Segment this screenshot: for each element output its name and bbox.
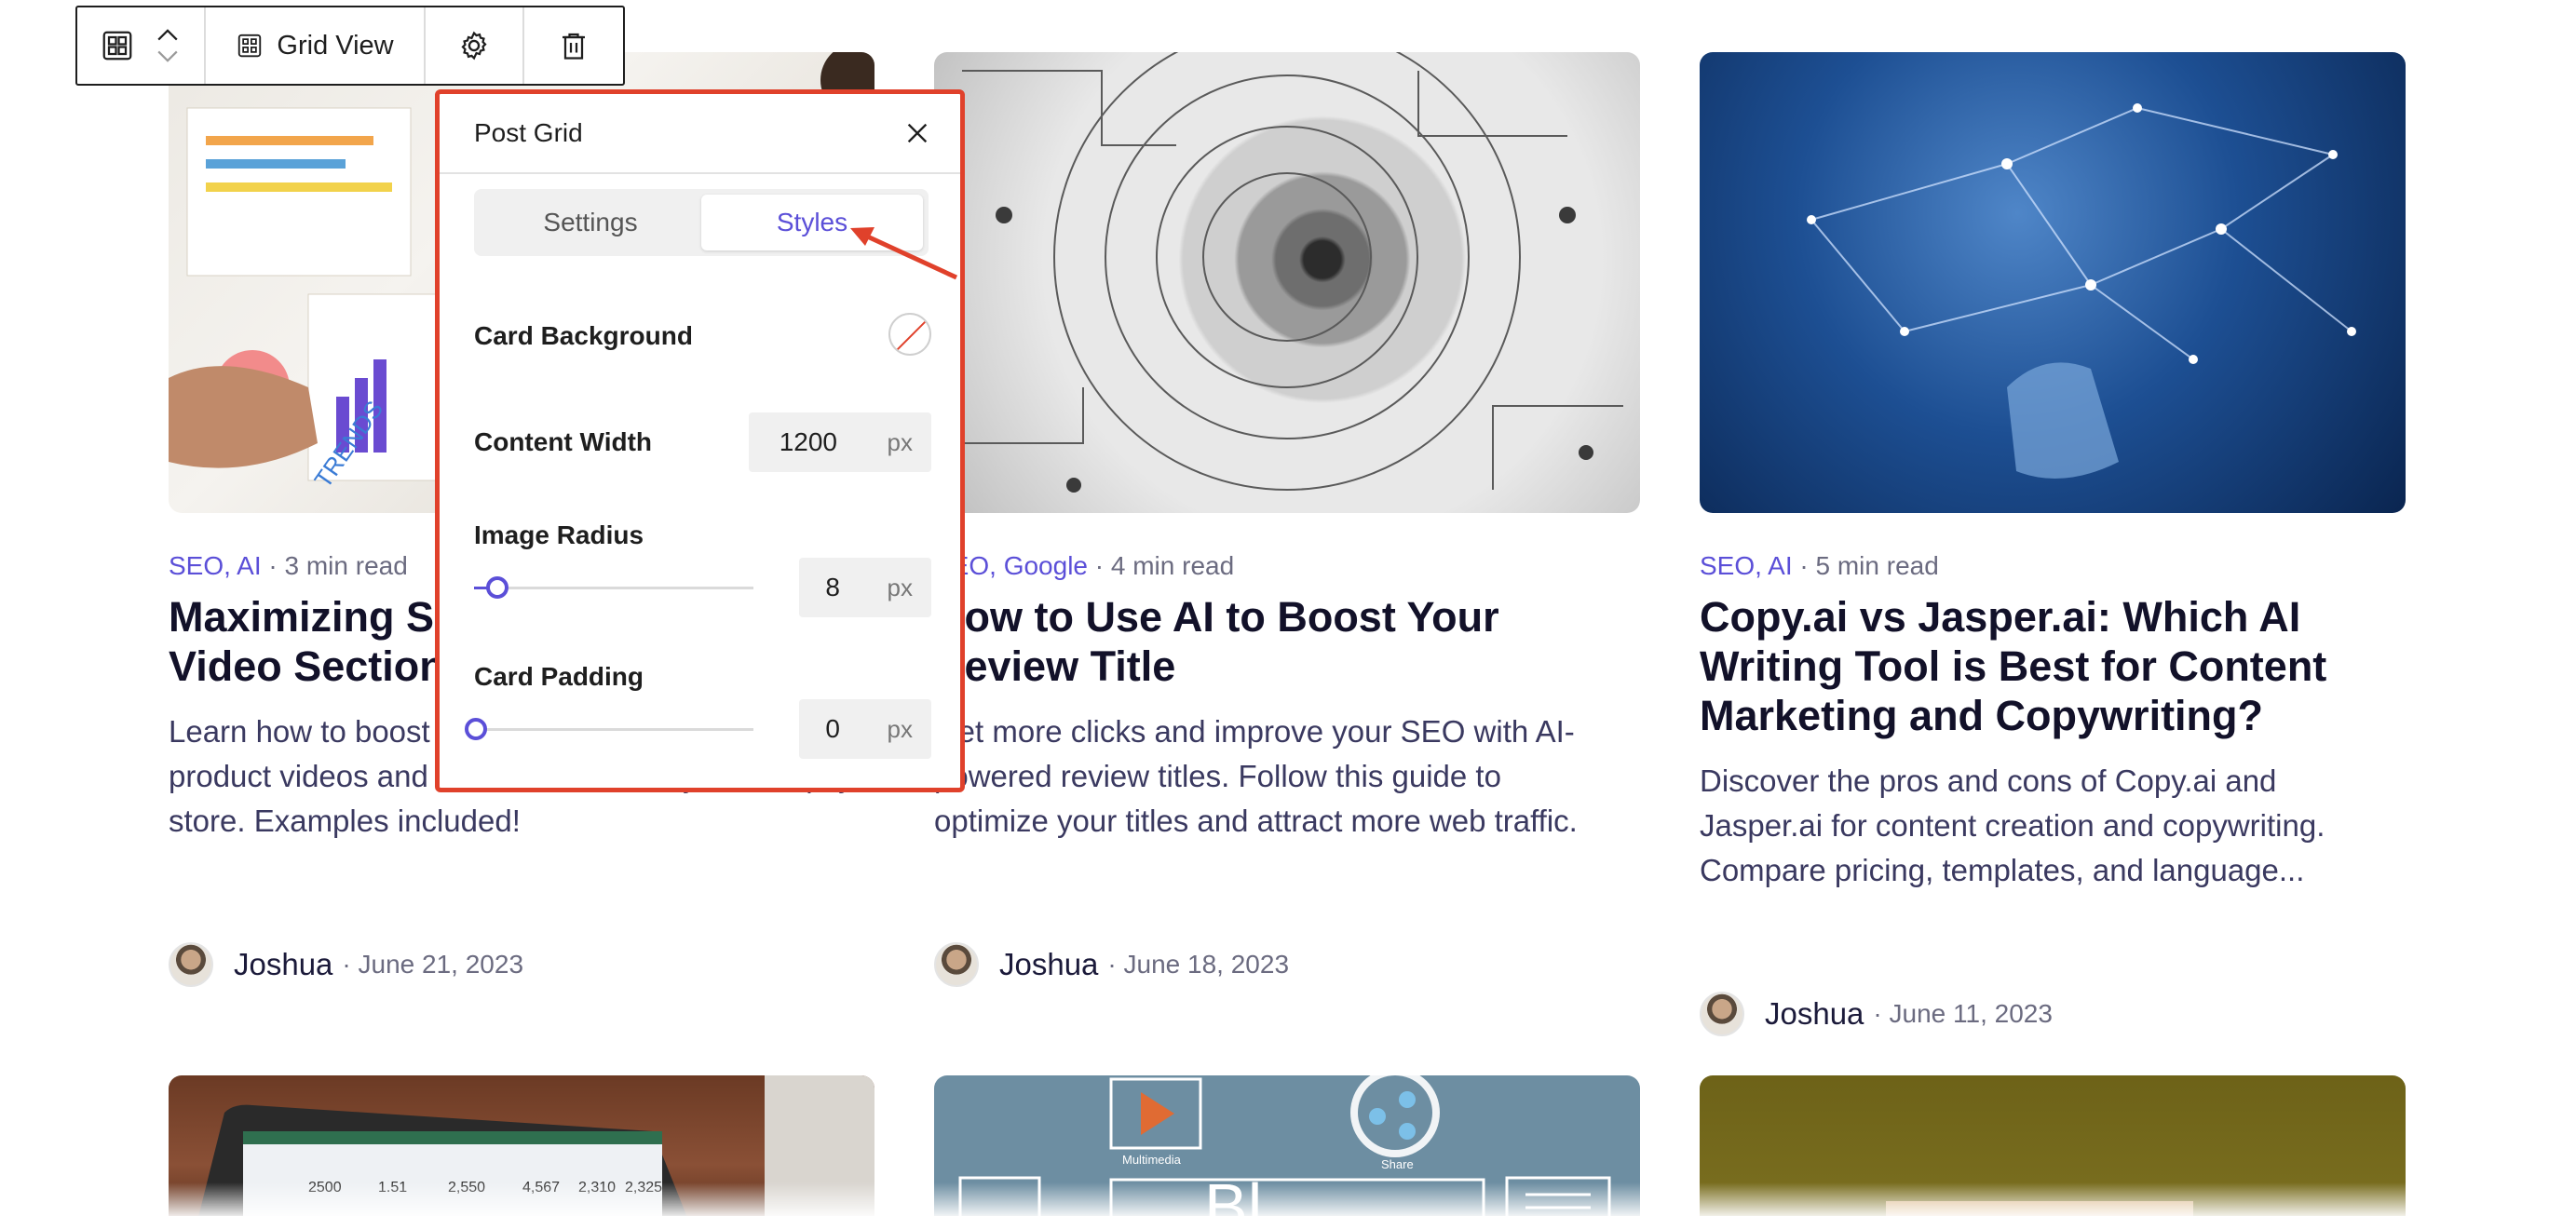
avatar	[1700, 992, 1744, 1036]
content-width-label: Content Width	[474, 427, 653, 456]
read-time: · 5 min read	[1799, 551, 1939, 580]
post-date: · June 21, 2023	[342, 950, 524, 979]
card-padding-input[interactable]: 0 px	[799, 699, 931, 759]
slider-handle[interactable]	[465, 718, 487, 740]
settings-button[interactable]	[426, 7, 524, 84]
post-excerpt: Discover the pros and cons of Copy.ai an…	[1700, 763, 2325, 887]
tab-settings[interactable]: Settings	[480, 195, 701, 250]
image-radius-input[interactable]: 8 px	[799, 558, 931, 617]
block-toolbar: Grid View	[75, 6, 625, 86]
thumbnail-image	[1807, 103, 2356, 479]
image-radius-label: Image Radius	[474, 520, 644, 549]
post-author: Joshua · June 21, 2023	[169, 942, 523, 987]
card-padding-label: Card Padding	[474, 662, 644, 691]
post-meta: SEO, Google · 4 min read	[934, 551, 1234, 581]
category-link[interactable]: SEO,	[169, 551, 231, 580]
read-time: · 3 min read	[268, 551, 408, 580]
post-thumbnail[interactable]	[934, 52, 1640, 513]
gear-icon	[461, 31, 487, 61]
post-grid-popover: Post Grid Settings Styles Card Backgroun…	[435, 89, 965, 792]
slider-handle[interactable]	[486, 576, 508, 599]
content-width-input[interactable]: 1200 px	[749, 412, 931, 472]
post-date: · June 11, 2023	[1873, 999, 2053, 1028]
move-up-icon[interactable]	[155, 26, 181, 43]
post-title[interactable]: How to Use AI to Boost Your Review Title	[934, 592, 1640, 691]
move-down-icon[interactable]	[155, 48, 181, 65]
card-padding-unit: px	[887, 714, 913, 743]
thumbnail-image	[953, 52, 1623, 493]
card-padding-value: 0	[825, 714, 840, 743]
trash-icon	[563, 33, 585, 60]
avatar	[934, 942, 979, 987]
popover-header: Post Grid	[440, 94, 960, 174]
post-meta: SEO, AI · 3 min read	[169, 551, 408, 581]
close-icon[interactable]	[902, 118, 932, 148]
block-type-button[interactable]	[77, 7, 206, 84]
content-width-unit: px	[887, 427, 913, 456]
author-name[interactable]: Joshua	[234, 947, 332, 982]
grid-block-icon	[102, 31, 132, 61]
post-card[interactable]: SEO, Google · 4 min read How to Use AI t…	[934, 52, 1640, 987]
post-thumbnail[interactable]	[1700, 52, 2406, 513]
category-link[interactable]: Google	[1004, 551, 1088, 580]
image-radius-unit: px	[887, 573, 913, 601]
post-date: · June 18, 2023	[1107, 950, 1290, 979]
delete-button[interactable]	[524, 7, 623, 84]
grid-view-label: Grid View	[277, 30, 394, 61]
grid-view-button[interactable]: Grid View	[206, 7, 426, 84]
category-link[interactable]: AI	[237, 551, 261, 580]
post-meta: SEO, AI · 5 min read	[1700, 551, 1939, 581]
read-time: · 4 min read	[1094, 551, 1235, 580]
image-radius-value: 8	[825, 573, 840, 601]
category-link[interactable]: SEO,	[1700, 551, 1762, 580]
post-card[interactable]: SEO, AI · 5 min read Copy.ai vs Jasper.a…	[1700, 52, 2406, 1036]
author-name[interactable]: Joshua	[1765, 996, 1864, 1032]
post-excerpt: Get more clicks and improve your SEO wit…	[934, 714, 1578, 838]
grid-view-icon	[238, 34, 262, 58]
post-title[interactable]: Copy.ai vs Jasper.ai: Which AI Writing T…	[1700, 592, 2406, 740]
card-background-label: Card Background	[474, 321, 693, 350]
category-link[interactable]: AI	[1768, 551, 1792, 580]
author-name[interactable]: Joshua	[999, 947, 1098, 982]
bottom-fade	[0, 1182, 2576, 1216]
card-background-swatch[interactable]	[888, 313, 931, 356]
annotation-arrow-icon	[850, 227, 958, 280]
avatar	[169, 942, 213, 987]
content-width-value: 1200	[779, 427, 837, 456]
post-author: Joshua · June 11, 2023	[1700, 992, 2053, 1036]
svg-text:Share: Share	[1381, 1157, 1414, 1171]
svg-text:Multimedia: Multimedia	[1122, 1153, 1182, 1167]
card-padding-slider[interactable]	[465, 715, 753, 743]
popover-title: Post Grid	[474, 118, 583, 147]
post-author: Joshua · June 18, 2023	[934, 942, 1289, 987]
image-radius-slider[interactable]	[474, 574, 753, 601]
